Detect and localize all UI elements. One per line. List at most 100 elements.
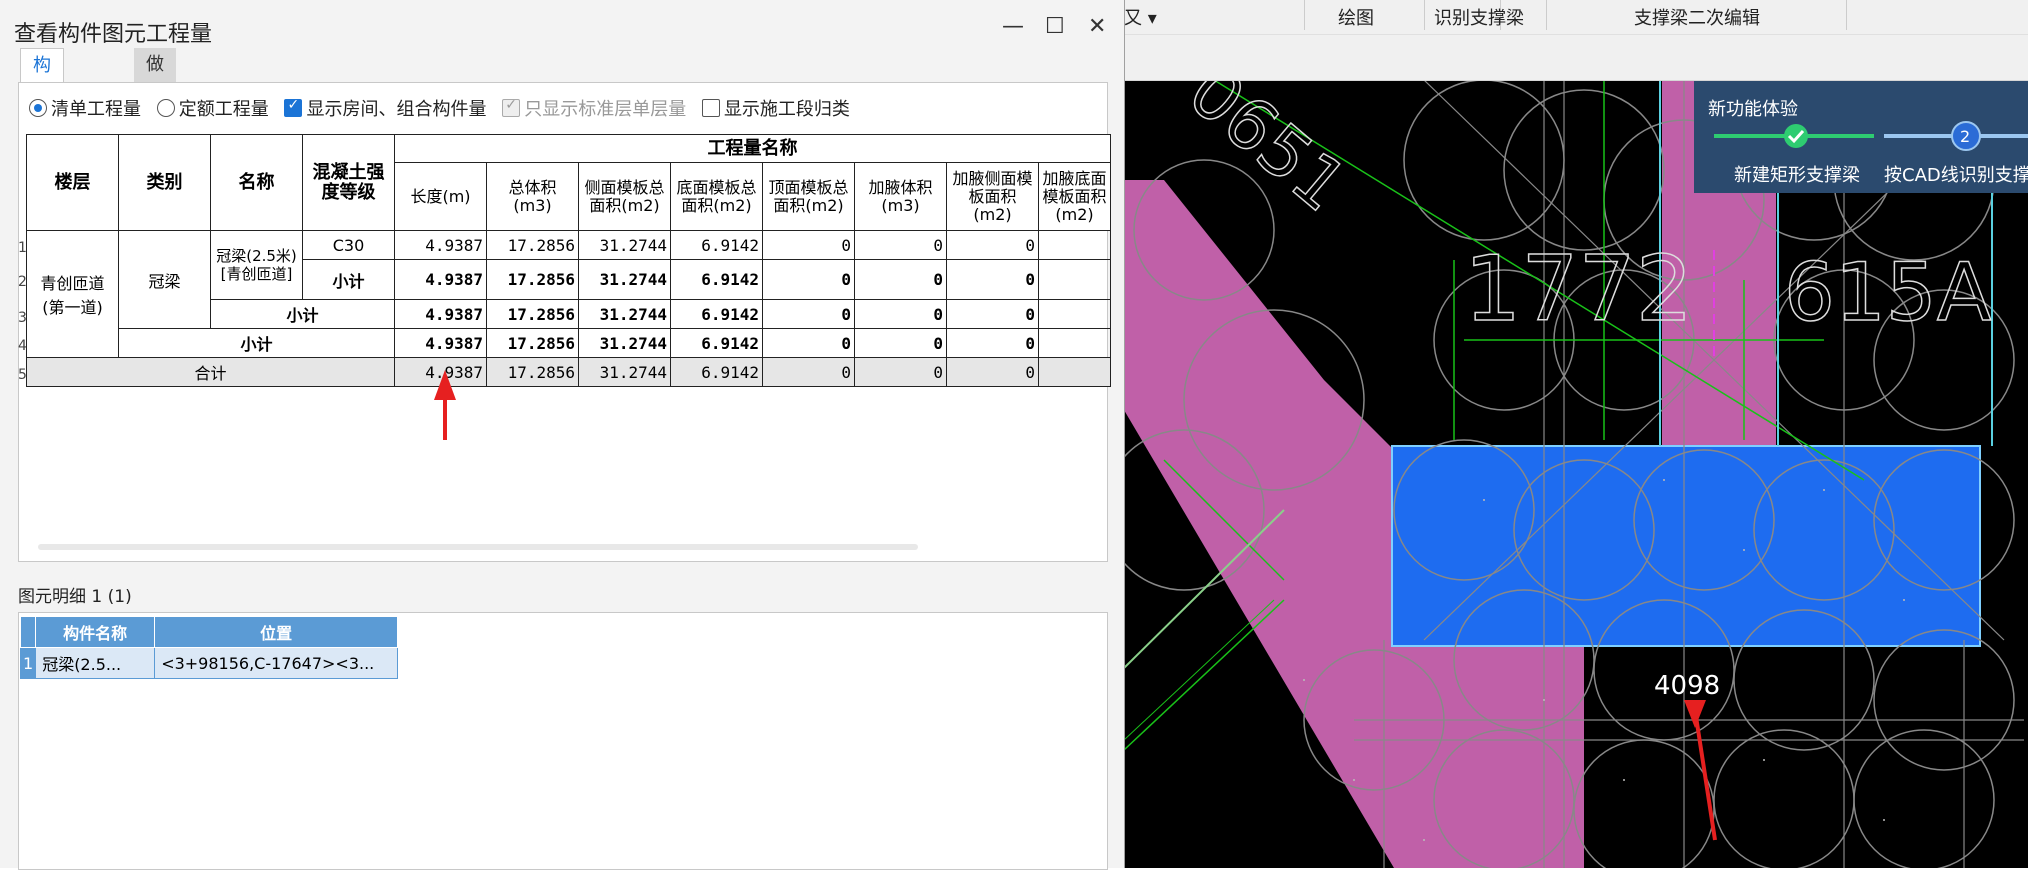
radio-bill-quantity[interactable]: 清单工程量 [29, 95, 141, 121]
row-number: 3 [18, 310, 27, 326]
cad-text-c: 0651 [1173, 80, 1362, 228]
cell-value: 0 [762, 230, 855, 260]
header-haunch-volume[interactable]: 加腋体积(m3) [854, 162, 947, 231]
cell-value: 17.2856 [486, 299, 579, 329]
minimize-icon[interactable]: — [1002, 14, 1024, 39]
cell-value: 6.9142 [670, 328, 763, 358]
header-side-formwork[interactable]: 侧面模板总面积(m2) [578, 162, 671, 231]
cell-value: 0 [854, 357, 947, 387]
quantity-table: 楼层 类别 名称 混凝土强度等级 工程量名称 长度(m) 总体积(m3) 侧面模… [26, 134, 1111, 387]
cad-text-a: 1772 [1464, 237, 1693, 342]
table-row[interactable]: 青创匝道(第一道) 冠梁 冠梁(2.5米)[青创匝道] C30 4.9387 1… [26, 230, 1111, 358]
cell-floor: 青创匝道(第一道) [26, 230, 119, 358]
cell-subtotal-label: 小计 [210, 299, 395, 329]
ribbon-toolbar: 又 ▾ 绘图 识别支撑梁 支撑梁二次编辑 [1124, 0, 2028, 81]
quantity-dialog: 查看构件图元工程量 — ☐ ✕ 构件工程量 做法工程量 清单工程量 定额工程量 … [0, 0, 1125, 870]
header-category[interactable]: 类别 [118, 134, 211, 231]
checkbox-empty-icon [701, 99, 720, 117]
support-beam-edit-button[interactable]: 支撑梁二次编辑 [1634, 4, 1760, 30]
cell-value: 0 [762, 259, 855, 300]
checkbox-disabled-icon [502, 97, 521, 117]
header-haunch-bottom[interactable]: 加腋底面模板面积(m2) [1038, 162, 1111, 231]
detail-row[interactable]: 1 冠梁(2.5... <3+98156,C-17647><3... [19, 647, 399, 679]
cell-value: 0 [946, 259, 1039, 300]
cell-value: 6.9142 [670, 230, 763, 260]
cell-value: 0 [854, 328, 947, 358]
guide-step2[interactable]: 按CAD线识别支撑 [1884, 161, 2028, 187]
header-volume[interactable]: 总体积(m3) [486, 162, 579, 231]
radio-selected-icon [29, 99, 47, 117]
cell-value: 31.2744 [578, 357, 671, 387]
cell-value: 6.9142 [670, 259, 763, 300]
cell-subtotal-label: 小计 [118, 328, 395, 358]
cell-name: 冠梁(2.5米)[青创匝道] [210, 230, 303, 300]
cell-value: 0 [854, 259, 947, 300]
checkbox-standard-floor: 只显示标准层单层量 [502, 95, 686, 121]
red-arrow-table [434, 370, 456, 440]
horizontal-scrollbar[interactable] [38, 544, 918, 550]
header-haunch-side[interactable]: 加腋侧面模板面积(m2) [946, 162, 1039, 231]
detail-table: 构件名称 位置 1 冠梁(2.5... <3+98156,C-17647><3.… [19, 616, 399, 679]
dialog-title: 查看构件图元工程量 [14, 22, 213, 47]
header-top-formwork[interactable]: 顶面模板总面积(m2) [762, 162, 855, 231]
cell-value: 17.2856 [486, 328, 579, 358]
header-concrete-grade[interactable]: 混凝土强度等级 [302, 134, 395, 231]
cell-value: 31.2744 [578, 230, 671, 260]
cell-value: 0 [854, 299, 947, 329]
cell-total-label: 合计 [26, 357, 395, 387]
cell-value: 0 [762, 328, 855, 358]
tab-component-quantity[interactable]: 构件工程量 [20, 48, 64, 212]
dimension-label: 4098 [1654, 671, 1720, 701]
header-bottom-formwork[interactable]: 底面模板总面积(m2) [670, 162, 763, 231]
header-length[interactable]: 长度(m) [394, 162, 487, 231]
header-floor[interactable]: 楼层 [26, 134, 119, 231]
cell-value: 4.9387 [394, 328, 487, 358]
feature-guide-panel: 新功能体验 2 新建矩形支撑梁 按CAD线识别支撑 [1694, 81, 2028, 193]
checkbox-checked-icon [284, 97, 303, 117]
cell-value: 0 [854, 230, 947, 260]
checkbox-show-room[interactable]: 显示房间、组合构件量 [284, 95, 486, 121]
detail-cell-name: 冠梁(2.5... [35, 647, 156, 679]
detail-header-position[interactable]: 位置 [154, 616, 399, 648]
row-number: 2 [18, 274, 27, 290]
detail-cell-position: <3+98156,C-17647><3... [154, 647, 399, 679]
close-icon[interactable]: ✕ [1088, 14, 1106, 39]
cell-value: 6.9142 [670, 299, 763, 329]
maximize-icon[interactable]: ☐ [1045, 14, 1065, 39]
cell-value: 0 [946, 328, 1039, 358]
cell-value: 31.2744 [578, 259, 671, 300]
cell-value: 31.2744 [578, 299, 671, 329]
header-name[interactable]: 名称 [210, 134, 303, 231]
ribbon-partial-item[interactable]: 又 ▾ [1124, 4, 1157, 30]
table-row[interactable]: 小计 4.9387 17.2856 31.2744 6.9142 0 0 0 [27, 328, 1111, 358]
step1-check-icon [1784, 124, 1808, 148]
draw-button[interactable]: 绘图 [1338, 4, 1374, 30]
cell-subtotal-label: 小计 [302, 259, 395, 300]
cell-value: 4.9387 [394, 230, 487, 260]
guide-progress: 2 [1714, 121, 2028, 151]
table-row-total[interactable]: 合计 4.9387 17.2856 31.2744 6.9142 0 0 0 [26, 357, 1111, 387]
cell-grade: C30 [302, 230, 395, 260]
cell-value [1038, 357, 1111, 387]
cell-value: 0 [946, 357, 1039, 387]
radio-quota-quantity[interactable]: 定额工程量 [156, 95, 269, 121]
tab-method-quantity[interactable]: 做法工程量 [134, 48, 176, 211]
detail-header-name[interactable]: 构件名称 [35, 616, 156, 648]
checkbox-construction-section[interactable]: 显示施工段归类 [701, 95, 850, 121]
cell-value [1038, 259, 1111, 300]
cell-value: 4.9387 [394, 259, 487, 300]
cell-value [1038, 230, 1111, 260]
cell-value: 0 [762, 299, 855, 329]
cell-category: 冠梁 [118, 230, 211, 329]
identify-support-beam-button[interactable]: 识别支撑梁 [1434, 4, 1524, 30]
cad-text-b: 615A [1784, 246, 1992, 339]
cell-value: 0 [946, 299, 1039, 329]
cell-value: 4.9387 [394, 299, 487, 329]
guide-step1[interactable]: 新建矩形支撑梁 [1734, 161, 1860, 187]
cell-value: 6.9142 [670, 357, 763, 387]
cell-value: 0 [762, 357, 855, 387]
cell-value: 31.2744 [578, 328, 671, 358]
cell-value: 17.2856 [486, 357, 579, 387]
cell-value [1038, 328, 1111, 358]
cell-value: 17.2856 [486, 230, 579, 260]
